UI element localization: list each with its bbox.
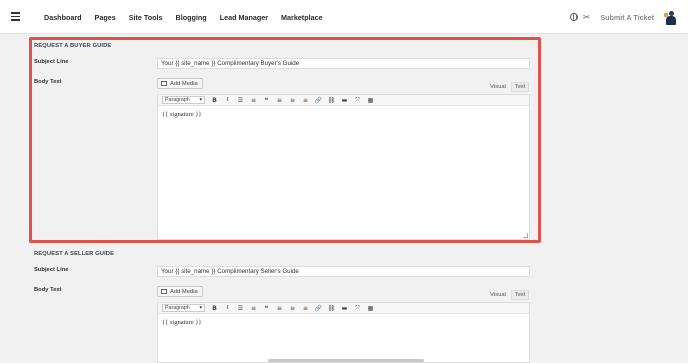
add-media-label: Add Media <box>170 80 198 87</box>
numbered-list-icon[interactable]: ≡ <box>247 96 260 105</box>
tools-icon[interactable]: ✂ <box>583 12 591 22</box>
globe-icon[interactable] <box>569 13 578 21</box>
buyer-subject-label: Subject Line <box>34 59 69 65</box>
seller-editor-toolbar: Paragraph ▾ B I ☰ ≡ ❝ ≡ ≡ ≡ 🔗 ⛓ ▬ ⤧ ▦ <box>158 303 529 314</box>
buyer-editor-content[interactable]: {{ signature }} <box>158 106 529 123</box>
buyer-add-media-button[interactable]: Add Media <box>157 78 203 89</box>
align-right-icon[interactable]: ≡ <box>299 304 312 313</box>
nav-pages[interactable]: Pages <box>95 13 116 22</box>
main-nav: Dashboard Pages Site Tools Blogging Lead… <box>44 0 336 34</box>
seller-tab-visual[interactable]: Visual <box>488 290 508 300</box>
seller-body-editor[interactable]: Paragraph ▾ B I ☰ ≡ ❝ ≡ ≡ ≡ 🔗 ⛓ ▬ ⤧ ▦ {{ … <box>157 302 530 363</box>
nav-blogging[interactable]: Blogging <box>176 13 207 22</box>
chevron-down-icon: ▾ <box>199 305 202 311</box>
chevron-down-icon: ▾ <box>199 97 202 103</box>
blockquote-icon[interactable]: ❝ <box>260 304 273 313</box>
link-icon[interactable]: 🔗 <box>312 304 325 313</box>
blockquote-icon[interactable]: ❝ <box>260 96 273 105</box>
nav-site-tools[interactable]: Site Tools <box>129 13 163 22</box>
format-select[interactable]: Paragraph ▾ <box>162 96 205 104</box>
bullet-list-icon[interactable]: ☰ <box>234 96 247 105</box>
seller-subject-input[interactable]: Your {{ site_name }} Complimentary Selle… <box>157 266 530 277</box>
nav-marketplace[interactable]: Marketplace <box>281 13 323 22</box>
top-right-actions: ✂ Submit A Ticket <box>569 0 678 34</box>
seller-body-label: Body Text <box>34 287 62 293</box>
top-bar: Dashboard Pages Site Tools Blogging Lead… <box>0 0 688 34</box>
numbered-list-icon[interactable]: ≡ <box>247 304 260 313</box>
seller-add-media-button[interactable]: Add Media <box>157 286 203 297</box>
buyer-tab-visual[interactable]: Visual <box>488 82 508 92</box>
resize-grip-icon[interactable] <box>523 233 528 238</box>
nav-lead-manager[interactable]: Lead Manager <box>220 13 268 22</box>
read-more-icon[interactable]: ▬ <box>338 96 351 105</box>
align-center-icon[interactable]: ≡ <box>286 304 299 313</box>
italic-icon[interactable]: I <box>221 304 234 313</box>
unlink-icon[interactable]: ⛓ <box>325 96 338 105</box>
toolbar-toggle-icon[interactable]: ▦ <box>364 304 377 313</box>
horizontal-scrollbar[interactable] <box>268 359 424 362</box>
media-icon <box>161 289 167 294</box>
nav-dashboard[interactable]: Dashboard <box>44 13 82 22</box>
buyer-editor-toolbar: Paragraph ▾ B I ☰ ≡ ❝ ≡ ≡ ≡ 🔗 ⛓ ▬ ⤧ ▦ <box>158 95 529 106</box>
seller-tab-text[interactable]: Text <box>511 290 529 300</box>
fullscreen-icon[interactable]: ⤧ <box>351 304 364 313</box>
toolbar-toggle-icon[interactable]: ▦ <box>364 96 377 105</box>
add-media-label: Add Media <box>170 288 198 295</box>
read-more-icon[interactable]: ▬ <box>338 304 351 313</box>
media-icon <box>161 81 167 86</box>
buyer-body-label: Body Text <box>34 79 62 85</box>
fullscreen-icon[interactable]: ⤧ <box>351 96 364 105</box>
buyer-tab-text[interactable]: Text <box>511 82 529 92</box>
submit-ticket-link[interactable]: Submit A Ticket <box>600 13 654 22</box>
seller-subject-label: Subject Line <box>34 267 69 273</box>
avatar[interactable] <box>664 9 678 25</box>
buyer-subject-input[interactable]: Your {{ site_name }} Complimentary Buyer… <box>157 58 530 69</box>
align-center-icon[interactable]: ≡ <box>286 96 299 105</box>
buyer-guide-title: REQUEST A BUYER GUIDE <box>34 43 112 49</box>
buyer-body-editor[interactable]: Paragraph ▾ B I ☰ ≡ ❝ ≡ ≡ ≡ 🔗 ⛓ ▬ ⤧ ▦ {{ … <box>157 94 530 240</box>
hamburger-menu-icon[interactable] <box>11 12 20 21</box>
seller-guide-title: REQUEST A SELLER GUIDE <box>34 251 115 257</box>
bold-icon[interactable]: B <box>208 304 221 313</box>
italic-icon[interactable]: I <box>221 96 234 105</box>
seller-editor-content[interactable]: {{ signature }} <box>158 314 529 331</box>
bold-icon[interactable]: B <box>208 96 221 105</box>
link-icon[interactable]: 🔗 <box>312 96 325 105</box>
unlink-icon[interactable]: ⛓ <box>325 304 338 313</box>
align-right-icon[interactable]: ≡ <box>299 96 312 105</box>
align-left-icon[interactable]: ≡ <box>273 304 286 313</box>
format-select[interactable]: Paragraph ▾ <box>162 304 205 312</box>
main-content: REQUEST A BUYER GUIDE Subject Line Your … <box>30 34 542 363</box>
align-left-icon[interactable]: ≡ <box>273 96 286 105</box>
bullet-list-icon[interactable]: ☰ <box>234 304 247 313</box>
